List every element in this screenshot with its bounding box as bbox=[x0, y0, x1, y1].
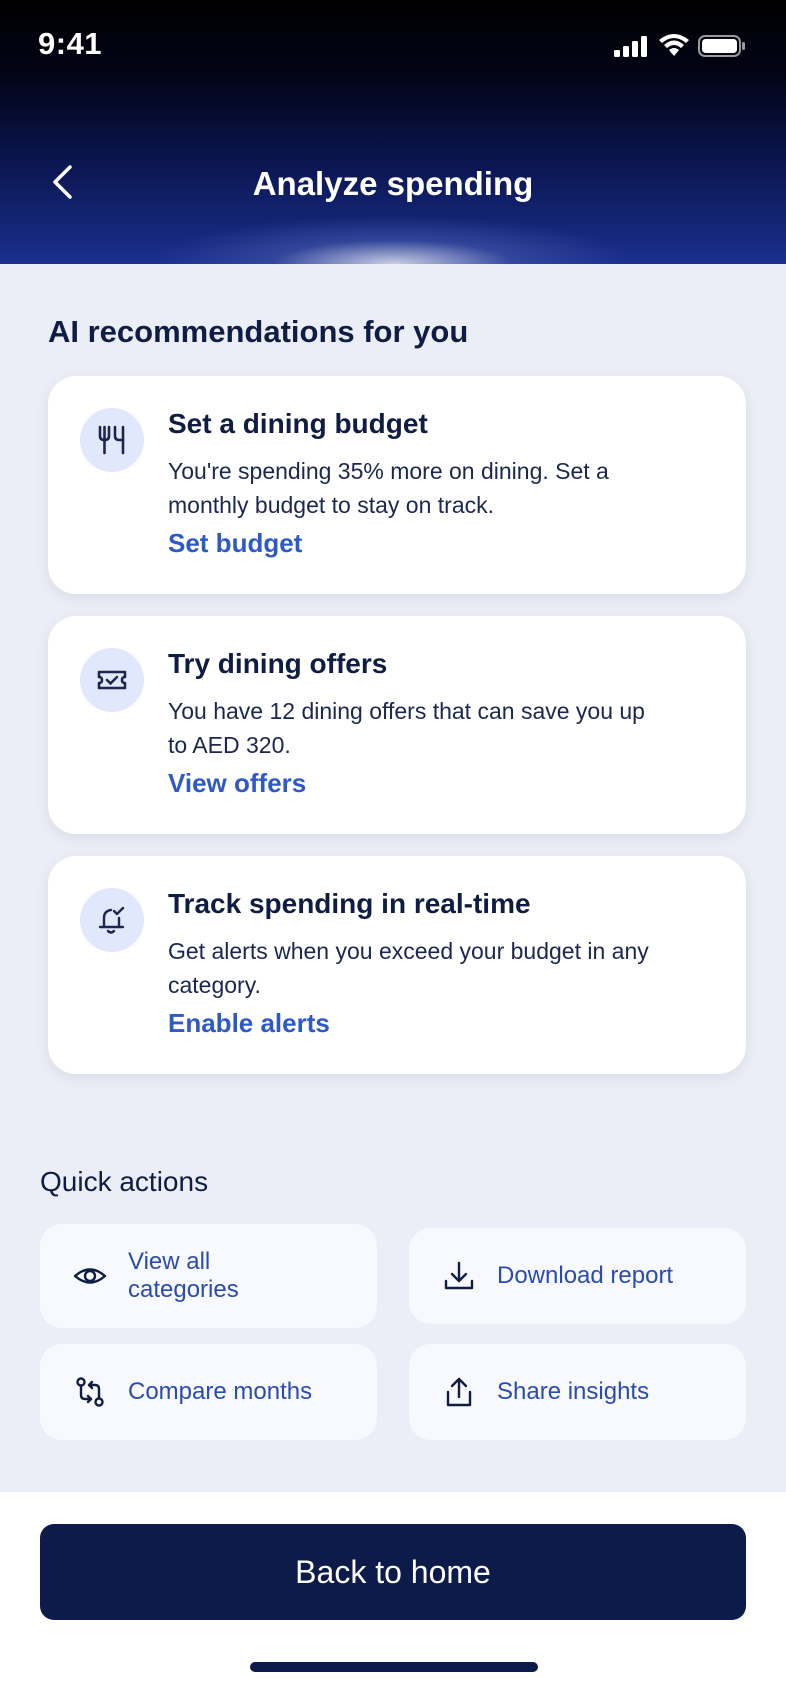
home-indicator bbox=[250, 1662, 538, 1672]
view-all-categories-button[interactable]: View all categories bbox=[40, 1224, 377, 1328]
signal-icon bbox=[614, 36, 647, 57]
share-icon bbox=[441, 1374, 477, 1410]
wifi-icon bbox=[659, 34, 689, 56]
compare-icon bbox=[72, 1374, 108, 1410]
recommendation-card-dining-budget: Set a dining budget You're spending 35% … bbox=[48, 376, 746, 594]
share-insights-button[interactable]: Share insights bbox=[409, 1344, 746, 1440]
status-icons bbox=[614, 34, 746, 58]
recommendation-card-track-spending: Track spending in real-time Get alerts w… bbox=[48, 856, 746, 1074]
card-title: Set a dining budget bbox=[168, 408, 428, 439]
view-offers-link[interactable]: View offers bbox=[168, 768, 306, 799]
quick-action-label: Download report bbox=[497, 1262, 674, 1289]
card-title: Track spending in real-time bbox=[168, 888, 531, 919]
compare-months-button[interactable]: Compare months bbox=[40, 1344, 377, 1440]
header: 9:41 Analyze spending bbox=[0, 0, 786, 264]
ticket-icon bbox=[80, 648, 144, 712]
download-icon bbox=[441, 1258, 477, 1294]
recommendations-title: AI recommendations for you bbox=[48, 314, 469, 349]
back-to-home-button[interactable]: Back to home bbox=[40, 1524, 746, 1620]
page-title: Analyze spending bbox=[252, 165, 534, 202]
quick-action-label: View all categories bbox=[128, 1248, 239, 1303]
quick-action-label: Share insights bbox=[497, 1378, 650, 1405]
card-description: You're spending 35% more on dining. Set … bbox=[168, 458, 609, 518]
status-time: 9:41 bbox=[38, 26, 103, 61]
fork-knife-icon bbox=[80, 408, 144, 472]
quick-action-label: Compare months bbox=[128, 1378, 313, 1405]
battery-icon bbox=[698, 35, 745, 57]
set-budget-link[interactable]: Set budget bbox=[168, 528, 302, 559]
card-title: Try dining offers bbox=[168, 648, 388, 679]
download-report-button[interactable]: Download report bbox=[409, 1228, 746, 1324]
card-description: You have 12 dining offers that can save … bbox=[168, 698, 645, 758]
card-description: Get alerts when you exceed your budget i… bbox=[168, 938, 649, 998]
quick-actions-title: Quick actions bbox=[40, 1166, 209, 1197]
recommendation-card-dining-offers: Try dining offers You have 12 dining off… bbox=[48, 616, 746, 834]
bell-check-icon bbox=[80, 888, 144, 952]
eye-icon bbox=[72, 1258, 108, 1294]
enable-alerts-link[interactable]: Enable alerts bbox=[168, 1008, 330, 1039]
